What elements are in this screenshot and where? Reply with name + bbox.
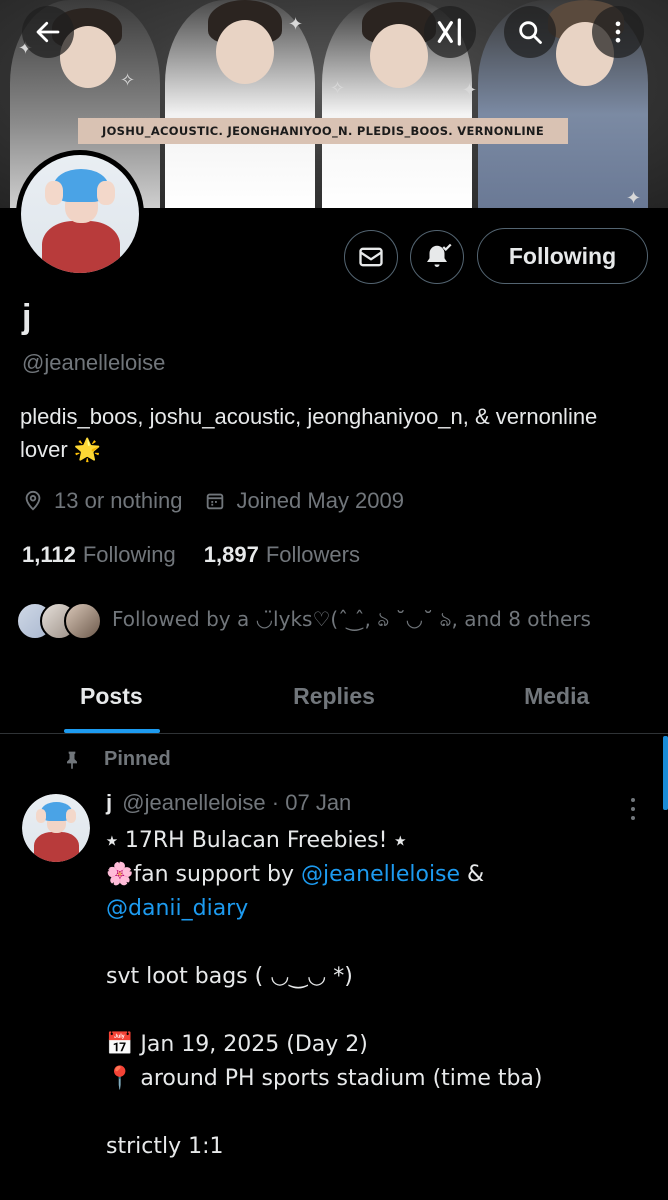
avatar-image	[22, 794, 90, 862]
followers-count: 1,897	[203, 542, 259, 567]
scrollbar[interactable]	[663, 736, 668, 810]
envelope-icon	[359, 247, 383, 267]
followers-label: Followers	[265, 542, 360, 567]
more-vertical-icon	[631, 798, 635, 820]
post-header: j @jeanelleloise · 07 Jan	[106, 790, 351, 816]
followed-by[interactable]: Followed by a ◡̈lyks♡(ˆ⁠ ͜⁠ˆ, ঌ ˘◡˘ ঌ, a…	[16, 602, 591, 640]
post-line: @danii_diary	[106, 892, 646, 926]
tab-replies[interactable]: Replies	[223, 660, 446, 733]
mutual-avatar	[64, 602, 102, 640]
tab-media[interactable]: Media	[445, 660, 668, 733]
arrow-left-icon	[36, 21, 60, 43]
more-vertical-icon	[615, 21, 621, 43]
avatar-figure-hand	[65, 808, 77, 823]
grok-logo-icon	[437, 18, 461, 46]
mention-link[interactable]: @danii_diary	[106, 896, 248, 921]
pin-icon	[67, 751, 77, 769]
more-button[interactable]	[592, 6, 644, 58]
banner-caption: JOSHU_ACOUSTIC. JEONGHANIYOO_N. PLEDIS_B…	[78, 118, 568, 144]
avatar-figure-hand	[35, 808, 47, 823]
joined-item: Joined May 2009	[204, 488, 404, 514]
avatar-figure-hand	[44, 180, 64, 205]
profile-stats: 1,112 Following 1,897 Followers	[22, 542, 388, 568]
bell-check-icon	[427, 243, 452, 267]
location-pin-icon	[25, 490, 41, 511]
mention-link[interactable]: @jeanelleloise	[301, 862, 460, 887]
profile-tabs: Posts Replies Media	[0, 660, 668, 734]
profile-meta: 13 or nothing Joined May 2009	[22, 488, 426, 514]
message-button[interactable]	[344, 230, 398, 284]
post-more-button[interactable]	[626, 796, 640, 822]
tab-posts[interactable]: Posts	[0, 660, 223, 733]
following-link[interactable]: 1,112 Following	[22, 542, 176, 568]
banner-face	[370, 24, 428, 88]
profile-bio: pledis_boos, joshu_acoustic, jeonghaniyo…	[20, 404, 598, 462]
joined-text: Joined May 2009	[236, 488, 404, 513]
post-line-gap	[106, 926, 646, 960]
following-count: 1,112	[22, 542, 76, 567]
avatar-image	[21, 155, 139, 273]
grok-button[interactable]	[424, 6, 476, 58]
sparkle-icon: ✦	[462, 80, 478, 101]
post-author-name[interactable]: j	[106, 790, 112, 815]
post-line: strictly 1:1	[106, 1134, 224, 1159]
profile-handle: @jeanelleloise	[22, 350, 166, 375]
pinned-indicator: Pinned	[62, 748, 171, 771]
calendar-icon	[207, 493, 224, 510]
post-text-fragment: 🌸fan support by	[106, 862, 301, 887]
sparkle-icon: ✧	[120, 70, 136, 91]
following-button[interactable]: Following	[477, 228, 648, 284]
post-text-fragment: &	[460, 862, 485, 887]
banner-face	[216, 20, 274, 84]
post-author-avatar[interactable]	[22, 794, 90, 862]
pinned-label: Pinned	[104, 748, 171, 770]
profile-avatar[interactable]	[16, 150, 144, 278]
location-item: 13 or nothing	[22, 488, 182, 514]
followers-link[interactable]: 1,897 Followers	[204, 542, 360, 568]
post-date[interactable]: · 07 Jan	[272, 790, 352, 815]
following-label: Following	[82, 542, 176, 567]
search-icon	[519, 21, 542, 44]
post-line: svt loot bags ( ◡‿◡ *)	[106, 964, 353, 989]
followed-by-text: Followed by a ◡̈lyks♡(ˆ⁠ ͜⁠ˆ, ঌ ˘◡˘ ঌ, a…	[112, 606, 591, 631]
post-line: 📍 around PH sports stadium (time tba)	[106, 1066, 543, 1091]
post-line-gap	[106, 994, 646, 1028]
post-line: 🌸fan support by @jeanelleloise &	[106, 858, 646, 892]
search-button[interactable]	[504, 6, 556, 58]
post-text: ⭑ 17RH Bulacan Freebies! ⭑ 🌸fan support …	[106, 824, 646, 1164]
notifications-button[interactable]	[410, 230, 464, 284]
sparkle-icon: ✦	[288, 14, 304, 35]
post-line: ⭑ 17RH Bulacan Freebies! ⭑	[106, 828, 407, 853]
avatar-figure-body	[34, 832, 80, 862]
post-line: 📅 Jan 19, 2025 (Day 2)	[106, 1032, 368, 1057]
avatar-figure-hand	[96, 180, 116, 205]
post-author-handle[interactable]: @jeanelleloise	[122, 790, 265, 815]
avatar-figure-body	[42, 221, 121, 273]
sparkle-icon: ✧	[330, 78, 346, 99]
location-text: 13 or nothing	[54, 488, 183, 513]
sparkle-icon: ✦	[626, 188, 642, 208]
profile-name: j	[22, 298, 32, 336]
post-line-gap	[106, 1096, 646, 1130]
back-button[interactable]	[22, 6, 74, 58]
